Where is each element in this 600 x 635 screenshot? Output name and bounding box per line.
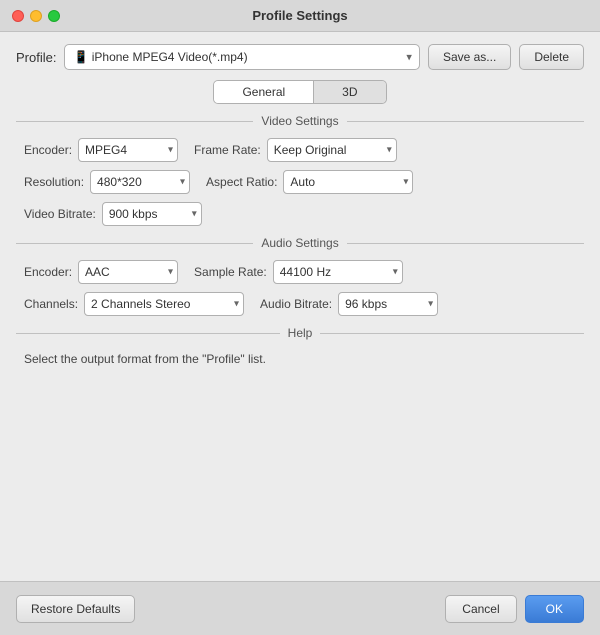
main-content: Profile: 📱 iPhone MPEG4 Video(*.mp4) iPa… xyxy=(0,32,600,581)
aspect-ratio-label: Aspect Ratio: xyxy=(206,175,277,189)
audio-bitrate-select[interactable]: 96 kbps 128 kbps 192 kbps xyxy=(338,292,438,316)
frame-rate-select[interactable]: Keep Original 24 fps 30 fps xyxy=(267,138,397,162)
video-bitrate-select-wrapper[interactable]: 900 kbps 1500 kbps 2000 kbps xyxy=(102,202,202,226)
video-bitrate-field: Video Bitrate: 900 kbps 1500 kbps 2000 k… xyxy=(24,202,202,226)
audio-settings-line-left xyxy=(16,243,253,244)
encoder-field: Encoder: MPEG4 H.264 H.265 xyxy=(24,138,178,162)
restore-defaults-button[interactable]: Restore Defaults xyxy=(16,595,135,623)
audio-row-1: Encoder: AAC MP3 AC3 Sample Rate: 44100 … xyxy=(24,260,576,284)
save-as-button[interactable]: Save as... xyxy=(428,44,511,70)
tab-general[interactable]: General xyxy=(214,81,314,103)
resolution-label: Resolution: xyxy=(24,175,84,189)
video-settings-title: Video Settings xyxy=(261,114,338,128)
audio-row-2: Channels: 2 Channels Stereo 1 Channel Mo… xyxy=(24,292,576,316)
minimize-button[interactable] xyxy=(30,10,42,22)
cancel-button[interactable]: Cancel xyxy=(445,595,516,623)
encoder-select-wrapper[interactable]: MPEG4 H.264 H.265 xyxy=(78,138,178,162)
spacer xyxy=(16,378,584,569)
footer: Restore Defaults Cancel OK xyxy=(0,581,600,635)
help-text: Select the output format from the "Profi… xyxy=(16,350,584,368)
help-section: Help Select the output format from the "… xyxy=(16,326,584,368)
encoder-label: Encoder: xyxy=(24,143,72,157)
tab-3d[interactable]: 3D xyxy=(314,81,385,103)
frame-rate-select-wrapper[interactable]: Keep Original 24 fps 30 fps xyxy=(267,138,397,162)
resolution-select[interactable]: 480*320 720*480 1280*720 xyxy=(90,170,190,194)
help-title: Help xyxy=(288,326,313,340)
video-row-3: Video Bitrate: 900 kbps 1500 kbps 2000 k… xyxy=(24,202,576,226)
window-title: Profile Settings xyxy=(252,8,347,23)
audio-bitrate-select-wrapper[interactable]: 96 kbps 128 kbps 192 kbps xyxy=(338,292,438,316)
help-line-right xyxy=(320,333,584,334)
video-settings-line-right xyxy=(347,121,584,122)
frame-rate-label: Frame Rate: xyxy=(194,143,261,157)
video-settings-line-left xyxy=(16,121,253,122)
profile-row: Profile: 📱 iPhone MPEG4 Video(*.mp4) iPa… xyxy=(16,44,584,70)
tab-bar: General 3D xyxy=(16,80,584,104)
audio-encoder-label: Encoder: xyxy=(24,265,72,279)
resolution-select-wrapper[interactable]: 480*320 720*480 1280*720 xyxy=(90,170,190,194)
video-bitrate-select[interactable]: 900 kbps 1500 kbps 2000 kbps xyxy=(102,202,202,226)
audio-settings-section: Audio Settings Encoder: AAC MP3 AC3 xyxy=(16,236,584,316)
channels-field: Channels: 2 Channels Stereo 1 Channel Mo… xyxy=(24,292,244,316)
maximize-button[interactable] xyxy=(48,10,60,22)
channels-label: Channels: xyxy=(24,297,78,311)
audio-settings-header: Audio Settings xyxy=(16,236,584,250)
aspect-ratio-select-wrapper[interactable]: Auto 4:3 16:9 xyxy=(283,170,413,194)
help-header: Help xyxy=(16,326,584,340)
ok-button[interactable]: OK xyxy=(525,595,584,623)
audio-settings-body: Encoder: AAC MP3 AC3 Sample Rate: 44100 … xyxy=(16,260,584,316)
audio-encoder-select-wrapper[interactable]: AAC MP3 AC3 xyxy=(78,260,178,284)
audio-bitrate-field: Audio Bitrate: 96 kbps 128 kbps 192 kbps xyxy=(260,292,438,316)
sample-rate-field: Sample Rate: 44100 Hz 22050 Hz 48000 Hz xyxy=(194,260,403,284)
sample-rate-select[interactable]: 44100 Hz 22050 Hz 48000 Hz xyxy=(273,260,403,284)
video-settings-body: Encoder: MPEG4 H.264 H.265 Frame Rate: K… xyxy=(16,138,584,226)
audio-settings-title: Audio Settings xyxy=(261,236,338,250)
channels-select[interactable]: 2 Channels Stereo 1 Channel Mono xyxy=(84,292,244,316)
profile-label: Profile: xyxy=(16,50,56,65)
video-settings-section: Video Settings Encoder: MPEG4 H.264 H.26… xyxy=(16,114,584,226)
tab-group: General 3D xyxy=(213,80,386,104)
title-bar: Profile Settings xyxy=(0,0,600,32)
audio-settings-line-right xyxy=(347,243,584,244)
video-row-1: Encoder: MPEG4 H.264 H.265 Frame Rate: K… xyxy=(24,138,576,162)
channels-select-wrapper[interactable]: 2 Channels Stereo 1 Channel Mono xyxy=(84,292,244,316)
video-settings-header: Video Settings xyxy=(16,114,584,128)
video-row-2: Resolution: 480*320 720*480 1280*720 Asp… xyxy=(24,170,576,194)
resolution-field: Resolution: 480*320 720*480 1280*720 xyxy=(24,170,190,194)
help-line-left xyxy=(16,333,280,334)
footer-right: Cancel OK xyxy=(445,595,584,623)
sample-rate-label: Sample Rate: xyxy=(194,265,267,279)
sample-rate-select-wrapper[interactable]: 44100 Hz 22050 Hz 48000 Hz xyxy=(273,260,403,284)
encoder-select[interactable]: MPEG4 H.264 H.265 xyxy=(78,138,178,162)
video-bitrate-label: Video Bitrate: xyxy=(24,207,96,221)
profile-select-wrapper[interactable]: 📱 iPhone MPEG4 Video(*.mp4) iPad MPEG4 V… xyxy=(64,44,419,70)
audio-bitrate-label: Audio Bitrate: xyxy=(260,297,332,311)
audio-encoder-select[interactable]: AAC MP3 AC3 xyxy=(78,260,178,284)
traffic-lights xyxy=(12,10,60,22)
audio-encoder-field: Encoder: AAC MP3 AC3 xyxy=(24,260,178,284)
aspect-ratio-field: Aspect Ratio: Auto 4:3 16:9 xyxy=(206,170,413,194)
profile-select[interactable]: 📱 iPhone MPEG4 Video(*.mp4) iPad MPEG4 V… xyxy=(64,44,419,70)
delete-button[interactable]: Delete xyxy=(519,44,584,70)
close-button[interactable] xyxy=(12,10,24,22)
aspect-ratio-select[interactable]: Auto 4:3 16:9 xyxy=(283,170,413,194)
frame-rate-field: Frame Rate: Keep Original 24 fps 30 fps xyxy=(194,138,397,162)
